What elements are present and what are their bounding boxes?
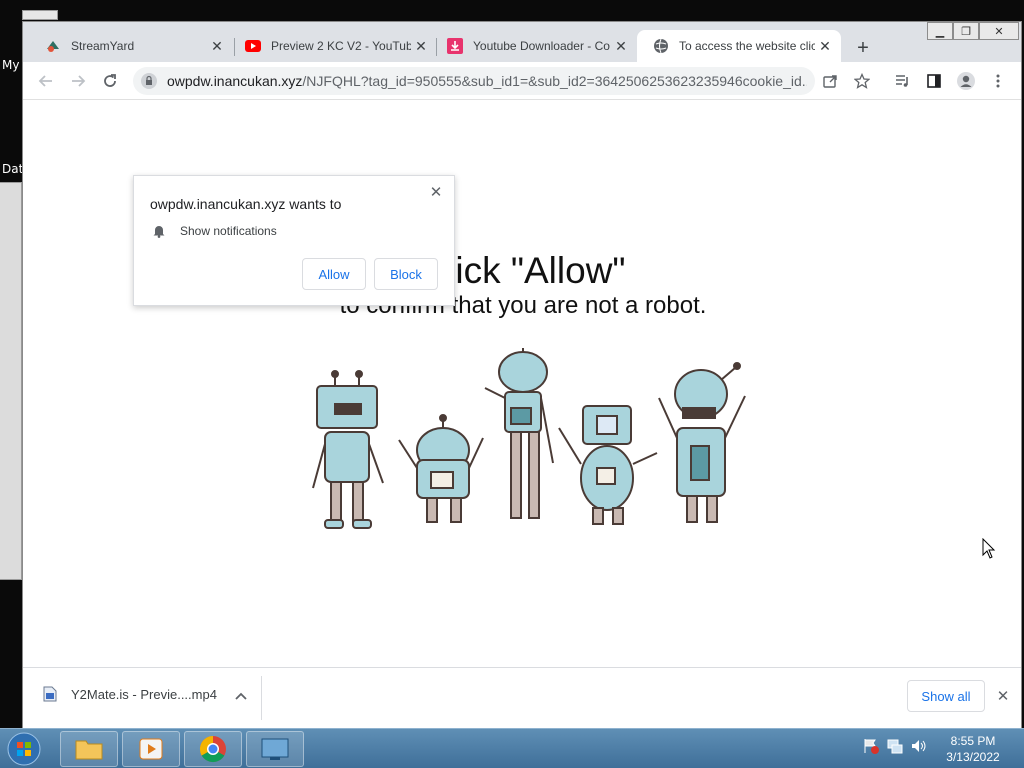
chrome-icon xyxy=(199,735,226,763)
close-window-button[interactable]: ✕ xyxy=(979,22,1019,40)
download-item[interactable]: Y2Mate.is - Previe....mp4 xyxy=(43,686,217,702)
toolbar: owpdw.inancukan.xyz/NJFQHL?tag_id=950555… xyxy=(23,62,1021,100)
maximize-button[interactable]: ❐ xyxy=(953,22,979,40)
url-host: owpdw.inancukan.xyz xyxy=(167,73,303,89)
close-icon[interactable]: ✕ xyxy=(815,36,835,56)
desktop-icon-label[interactable]: My xyxy=(2,58,19,72)
tab-active-site[interactable]: To access the website clic ✕ xyxy=(637,30,841,62)
profile-avatar-icon[interactable] xyxy=(954,69,978,93)
desktop-icon[interactable] xyxy=(22,10,58,20)
folder-icon xyxy=(75,740,103,760)
popup-title: owpdw.inancukan.xyz wants to xyxy=(150,196,342,212)
mouse-cursor-icon xyxy=(982,538,996,559)
clock-time: 8:55 PM xyxy=(950,734,996,748)
address-bar[interactable]: owpdw.inancukan.xyz/NJFQHL?tag_id=950555… xyxy=(133,67,815,95)
divider xyxy=(261,676,262,720)
close-icon[interactable]: ✕ xyxy=(411,36,431,56)
forward-arrow-icon xyxy=(72,75,86,87)
desktop-icon-label[interactable]: Dat xyxy=(2,162,23,176)
tab-youtube-downloader[interactable]: Youtube Downloader - Co ✕ xyxy=(431,30,637,62)
media-player-icon xyxy=(139,738,163,760)
clock-date: 3/13/2022 xyxy=(946,750,1000,764)
windows-logo-icon xyxy=(7,732,41,766)
chrome-window: StreamYard ✕ Preview 2 KC V2 - YouTube ✕… xyxy=(22,21,1022,729)
kebab-menu-icon[interactable] xyxy=(986,69,1010,93)
lock-icon[interactable] xyxy=(141,73,157,89)
volume-icon[interactable] xyxy=(910,737,928,755)
download-icon xyxy=(447,38,463,54)
tab-youtube-preview[interactable]: Preview 2 KC V2 - YouTube ✕ xyxy=(229,30,437,62)
tab-streamyard[interactable]: StreamYard ✕ xyxy=(29,30,233,62)
new-tab-button[interactable]: + xyxy=(851,36,875,60)
tab-title: To access the website clic xyxy=(679,39,815,53)
youtube-icon xyxy=(245,38,261,54)
minimize-button[interactable]: ▁ xyxy=(927,22,953,40)
bookmark-star-icon[interactable] xyxy=(850,69,874,93)
media-control-icon[interactable] xyxy=(890,69,914,93)
taskbar-chrome[interactable] xyxy=(184,731,242,767)
background-window[interactable] xyxy=(0,182,22,580)
taskbar-remote-desktop[interactable] xyxy=(246,731,304,767)
close-icon[interactable]: ✕ xyxy=(993,686,1013,706)
taskbar: 8:55 PM 3/13/2022 xyxy=(0,728,1024,768)
back-button[interactable] xyxy=(33,68,59,94)
close-icon[interactable]: ✕ xyxy=(611,36,631,56)
robots-illustration xyxy=(312,348,746,529)
url-path: /NJFQHL?tag_id=950555&sub_id1=&sub_id2=3… xyxy=(302,73,807,89)
start-button[interactable] xyxy=(4,731,44,767)
url-text[interactable]: owpdw.inancukan.xyz/NJFQHL?tag_id=950555… xyxy=(167,73,807,89)
block-button[interactable]: Block xyxy=(374,258,438,290)
bell-icon xyxy=(153,226,165,238)
reload-icon xyxy=(104,74,116,87)
page-content: Click "Allow" to confirm that you are no… xyxy=(23,100,1021,667)
side-panel-icon[interactable] xyxy=(922,69,946,93)
reload-button[interactable] xyxy=(97,68,123,94)
notification-permission-popup: owpdw.inancukan.xyz wants to ✕ Show noti… xyxy=(133,175,455,306)
file-icon xyxy=(43,686,57,702)
download-filename: Y2Mate.is - Previe....mp4 xyxy=(71,686,217,702)
allow-button[interactable]: Allow xyxy=(302,258,366,290)
permission-row: Show notifications xyxy=(152,224,277,238)
tab-title: Preview 2 KC V2 - YouTube xyxy=(271,39,411,53)
back-arrow-icon xyxy=(38,75,52,87)
network-icon[interactable] xyxy=(886,737,904,755)
download-shelf: Y2Mate.is - Previe....mp4 Show all ✕ xyxy=(23,667,1021,729)
system-tray xyxy=(862,737,928,755)
taskbar-media-player[interactable] xyxy=(122,731,180,767)
globe-icon xyxy=(653,38,669,54)
streamyard-icon xyxy=(45,38,61,54)
chevron-up-icon[interactable] xyxy=(231,686,251,706)
monitor-icon xyxy=(261,738,289,760)
action-center-flag-icon[interactable] xyxy=(862,737,880,755)
show-all-button[interactable]: Show all xyxy=(907,680,985,712)
tab-strip: StreamYard ✕ Preview 2 KC V2 - YouTube ✕… xyxy=(23,22,1021,62)
permission-label: Show notifications xyxy=(180,224,277,238)
close-icon[interactable]: ✕ xyxy=(426,182,446,202)
system-clock[interactable]: 8:55 PM 3/13/2022 xyxy=(940,733,1006,765)
share-icon[interactable] xyxy=(818,69,842,93)
tab-title: StreamYard xyxy=(71,39,135,53)
close-icon[interactable]: ✕ xyxy=(207,36,227,56)
tab-title: Youtube Downloader - Co xyxy=(473,39,610,53)
taskbar-explorer[interactable] xyxy=(60,731,118,767)
forward-button[interactable] xyxy=(65,68,91,94)
